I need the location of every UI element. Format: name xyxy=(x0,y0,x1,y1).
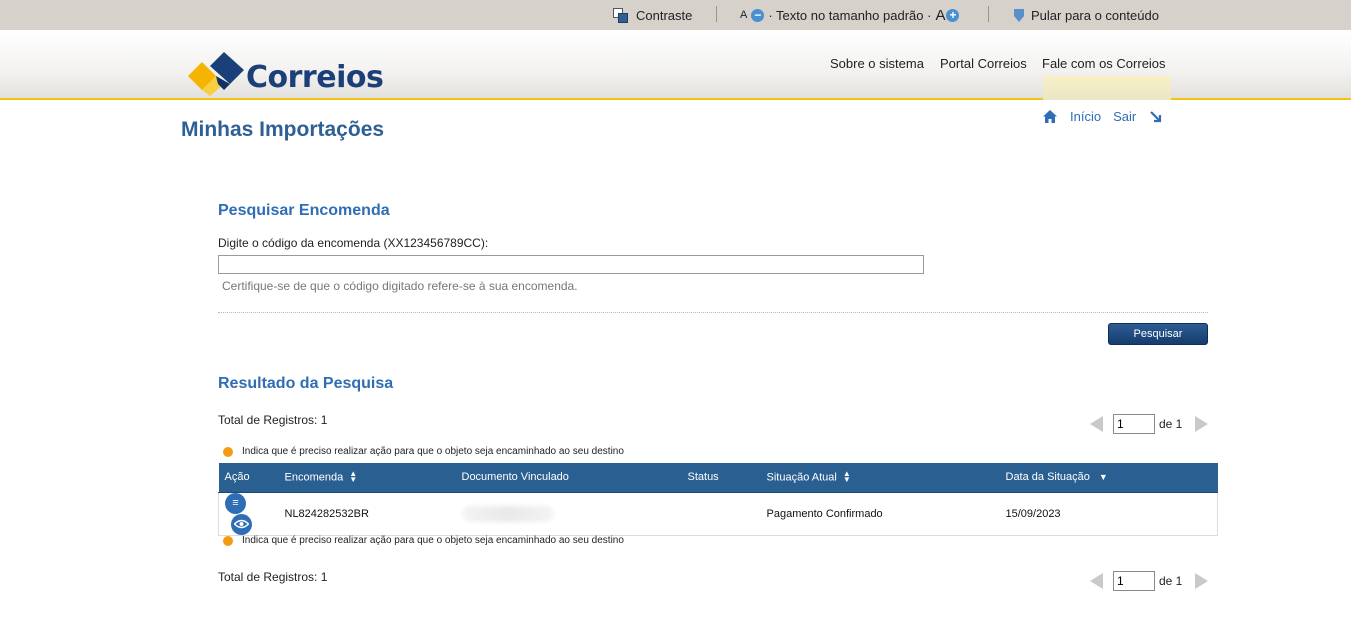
font-small-label: A xyxy=(740,9,748,21)
correios-logo-icon xyxy=(188,52,244,96)
correios-logo[interactable]: Correios xyxy=(188,52,384,98)
font-big-label: A xyxy=(935,6,946,24)
eye-icon xyxy=(234,519,249,529)
exit-arrow-icon[interactable] xyxy=(1150,110,1162,123)
date-cell: 15/09/2023 xyxy=(999,492,1218,536)
column-header-date[interactable]: Data da Situação ▼ xyxy=(999,463,1218,493)
column-header-situation[interactable]: Situação Atual ▲ ▼ xyxy=(760,463,1000,493)
page-title: Minhas Importações xyxy=(181,118,385,141)
tracking-code-input[interactable] xyxy=(218,255,924,274)
view-eye-icon[interactable] xyxy=(231,513,252,535)
next-page-icon[interactable] xyxy=(1195,416,1209,432)
sort-both-icon[interactable]: ▲ ▼ xyxy=(843,469,851,484)
search-button[interactable]: Pesquisar xyxy=(1108,323,1208,345)
contrast-icon xyxy=(613,8,628,23)
page-number-input[interactable] xyxy=(1113,414,1155,434)
column-header-status: Status xyxy=(681,463,761,493)
redacted-document xyxy=(461,505,554,522)
nav-link-about[interactable]: Sobre o sistema xyxy=(830,56,924,71)
accessibility-bar: Contraste A − · Texto no tamanho padrão … xyxy=(0,0,1351,30)
top-nav-portal[interactable]: Portal Correios xyxy=(940,56,1027,71)
divider xyxy=(218,312,1208,313)
pager-top: de 1 xyxy=(1090,414,1209,434)
previous-page-icon[interactable] xyxy=(1090,416,1103,432)
page-count-label: de 1 xyxy=(1159,574,1183,588)
nav-hover-highlight xyxy=(1043,76,1171,100)
total-records-top: Total de Registros: 1 xyxy=(218,413,328,427)
legend-text: Indica que é preciso realizar ação para … xyxy=(242,535,624,546)
site-header: Correios Sobre o sistema Portal Correios… xyxy=(0,30,1351,100)
logo-text: Correios xyxy=(246,60,384,95)
table-header-row: Ação Encomenda ▲ ▼ Documento Vinculado Sta… xyxy=(218,463,1218,493)
results-table: Ação Encomenda ▲ ▼ Documento Vinculado Sta… xyxy=(218,463,1218,536)
contrast-toggle[interactable]: Contraste xyxy=(613,0,692,30)
column-header-document: Documento Vinculado xyxy=(455,463,682,493)
separator xyxy=(716,6,717,22)
next-page-icon[interactable] xyxy=(1195,573,1209,589)
logout-link[interactable]: Sair xyxy=(1113,109,1136,124)
pager-bottom: de 1 xyxy=(1090,571,1209,591)
column-header-parcel[interactable]: Encomenda ▲ ▼ xyxy=(278,463,456,493)
page-number-input[interactable] xyxy=(1113,571,1155,591)
column-header-action: Ação xyxy=(218,463,279,493)
arrow-down-icon xyxy=(1014,8,1024,22)
total-records-bottom: Total de Registros: 1 xyxy=(218,570,328,584)
parcel-code-cell: NL824282532BR xyxy=(278,492,456,536)
action-required-dot-icon xyxy=(223,535,233,546)
separator xyxy=(988,6,989,22)
tracking-code-label: Digite o código da encomenda (XX12345678… xyxy=(218,236,489,250)
font-default-label[interactable]: · Texto no tamanho padrão · xyxy=(768,8,931,23)
table-row: ≡ NL824282532BR Pagamento Confirmado 15/… xyxy=(218,492,1218,536)
increase-font-icon[interactable]: + xyxy=(946,8,960,22)
decrease-font-icon[interactable]: − xyxy=(751,8,765,22)
page-count-label: de 1 xyxy=(1159,417,1183,431)
home-link[interactable]: Início xyxy=(1070,109,1101,124)
status-cell xyxy=(681,492,761,536)
tracking-code-hint: Certifique-se de que o código digitado r… xyxy=(222,279,578,293)
user-links: Início Sair xyxy=(1042,109,1162,124)
skip-label: Pular para o conteúdo xyxy=(1031,7,1159,23)
top-nav-about[interactable]: Sobre o sistema xyxy=(830,56,924,71)
details-list-icon[interactable]: ≡ xyxy=(225,492,246,514)
sort-both-icon[interactable]: ▲ ▼ xyxy=(349,469,357,484)
home-icon[interactable] xyxy=(1042,109,1058,124)
situation-cell: Pagamento Confirmado xyxy=(760,492,1000,536)
search-section-title: Pesquisar Encomenda xyxy=(218,202,390,219)
results-section-title: Resultado da Pesquisa xyxy=(218,375,394,392)
sort-desc-icon[interactable]: ▼ xyxy=(1099,472,1108,482)
document-cell xyxy=(455,492,682,536)
contrast-label: Contraste xyxy=(636,7,693,23)
action-required-dot-icon xyxy=(223,446,233,457)
nav-link-contact[interactable]: Fale com os Correios xyxy=(1042,56,1166,71)
top-nav-contact[interactable]: Fale com os Correios xyxy=(1042,56,1166,71)
font-size-controls: A − · Texto no tamanho padrão · A + xyxy=(740,0,963,30)
legend-text: Indica que é preciso realizar ação para … xyxy=(242,446,624,457)
action-required-legend-bottom: Indica que é preciso realizar ação para … xyxy=(223,535,624,546)
action-required-legend: Indica que é preciso realizar ação para … xyxy=(223,446,624,457)
skip-to-content-link[interactable]: Pular para o conteúdo xyxy=(1013,0,1159,30)
previous-page-icon[interactable] xyxy=(1090,573,1103,589)
row-actions: ≡ xyxy=(218,492,279,536)
nav-link-portal[interactable]: Portal Correios xyxy=(940,56,1027,71)
